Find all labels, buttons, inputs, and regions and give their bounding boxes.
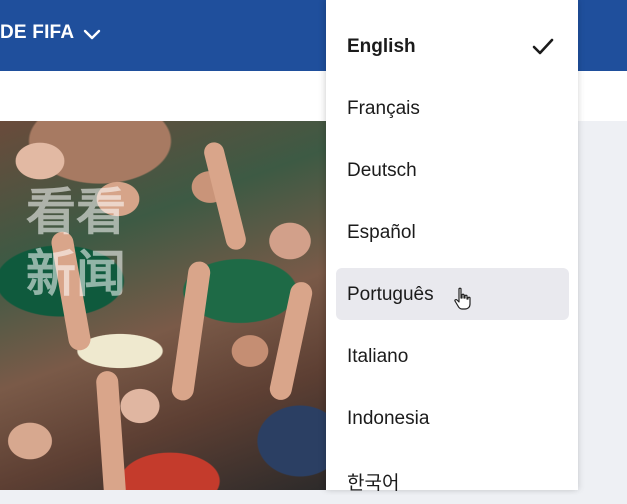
language-option-francais[interactable]: Français bbox=[336, 82, 569, 134]
hero-image-crowd: 看看新闻 bbox=[0, 121, 330, 490]
language-option-label: English bbox=[347, 36, 416, 57]
language-option-deutsch[interactable]: Deutsch bbox=[336, 144, 569, 196]
language-option-korean[interactable]: 한국어 bbox=[336, 452, 569, 504]
language-option-label: Deutsch bbox=[347, 160, 417, 181]
language-option-italiano[interactable]: Italiano bbox=[336, 330, 569, 382]
language-option-label: Español bbox=[347, 222, 416, 243]
language-option-label: 한국어 bbox=[347, 473, 400, 494]
nav-label[interactable]: DE FIFA bbox=[0, 22, 74, 44]
language-option-english[interactable]: English bbox=[336, 20, 569, 72]
watermark-text: 看看新闻 bbox=[26, 184, 126, 302]
language-option-label: Indonesia bbox=[347, 408, 430, 429]
language-option-portugues[interactable]: Português bbox=[336, 268, 569, 320]
chevron-down-icon[interactable] bbox=[82, 24, 102, 44]
language-option-label: Português bbox=[347, 284, 434, 305]
hand-pointer-cursor-icon bbox=[454, 287, 471, 310]
language-option-indonesia[interactable]: Indonesia bbox=[336, 392, 569, 444]
language-option-espanol[interactable]: Español bbox=[336, 206, 569, 258]
language-dropdown-menu: English Français Deutsch Español Portugu… bbox=[326, 0, 578, 494]
language-option-label: Français bbox=[347, 98, 420, 119]
language-option-label: Italiano bbox=[347, 346, 409, 367]
checkmark-icon bbox=[532, 38, 554, 55]
